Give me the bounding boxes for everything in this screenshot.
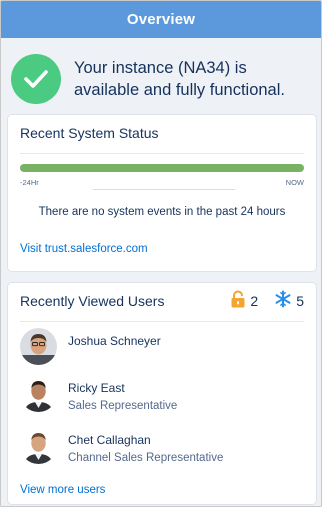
system-status-timeline-bar	[20, 164, 304, 172]
user-name: Joshua Schneyer	[68, 334, 161, 348]
system-status-title: Recent System Status	[20, 125, 159, 141]
locked-users-count: 2	[250, 292, 259, 309]
user-info: Chet Callaghan Channel Sales Representat…	[68, 427, 223, 464]
user-info: Joshua Schneyer	[68, 328, 161, 348]
user-name: Ricky East	[68, 381, 125, 395]
user-list-item[interactable]: Chet Callaghan Channel Sales Representat…	[20, 427, 304, 464]
user-role: Sales Representative	[68, 400, 178, 412]
checkmark-icon	[11, 53, 61, 104]
user-avatar	[20, 427, 57, 464]
recent-users-title: Recently Viewed Users	[20, 293, 165, 309]
instance-status-banner: Your instance (NA34) is available and fu…	[1, 38, 321, 113]
no-events-message: There are no system events in the past 2…	[38, 206, 286, 218]
user-name: Chet Callaghan	[68, 433, 151, 447]
locked-users-counter[interactable]: 2	[230, 290, 258, 311]
trust-site-link[interactable]: Visit trust.salesforce.com	[20, 243, 148, 255]
user-counters: 2 5	[230, 290, 304, 311]
recent-users-card: Recently Viewed Users 2 5 Joshua Schneye…	[7, 282, 317, 505]
header-bar: Overview	[1, 1, 321, 38]
frozen-users-count: 5	[296, 292, 304, 309]
user-info: Ricky East Sales Representative	[68, 375, 177, 412]
view-more-users-link[interactable]: View more users	[20, 484, 105, 496]
lock-icon	[230, 290, 246, 311]
overview-screen: Overview Your instance (NA34) is availab…	[0, 0, 322, 507]
user-avatar	[20, 375, 57, 412]
divider	[93, 189, 235, 190]
user-list-item[interactable]: Ricky East Sales Representative	[20, 375, 304, 412]
instance-status-text: Your instance (NA34) is available and fu…	[74, 57, 285, 101]
frozen-users-counter[interactable]: 5	[274, 290, 304, 311]
page-title: Overview	[126, 11, 196, 28]
instance-status-line2: available and fully functional.	[74, 80, 285, 99]
divider	[20, 153, 304, 154]
snowflake-icon	[274, 290, 292, 311]
user-role: Channel Sales Representative	[68, 452, 224, 464]
timeline-start-label: -24Hr	[20, 178, 39, 187]
system-status-card: Recent System Status -24Hr NOW There are…	[7, 114, 317, 272]
user-avatar	[20, 328, 57, 365]
user-list-item[interactable]: Joshua Schneyer	[20, 328, 304, 365]
instance-status-line1: Your instance (NA34) is	[74, 58, 247, 77]
timeline-end-label: NOW	[285, 178, 304, 187]
divider	[20, 321, 304, 322]
